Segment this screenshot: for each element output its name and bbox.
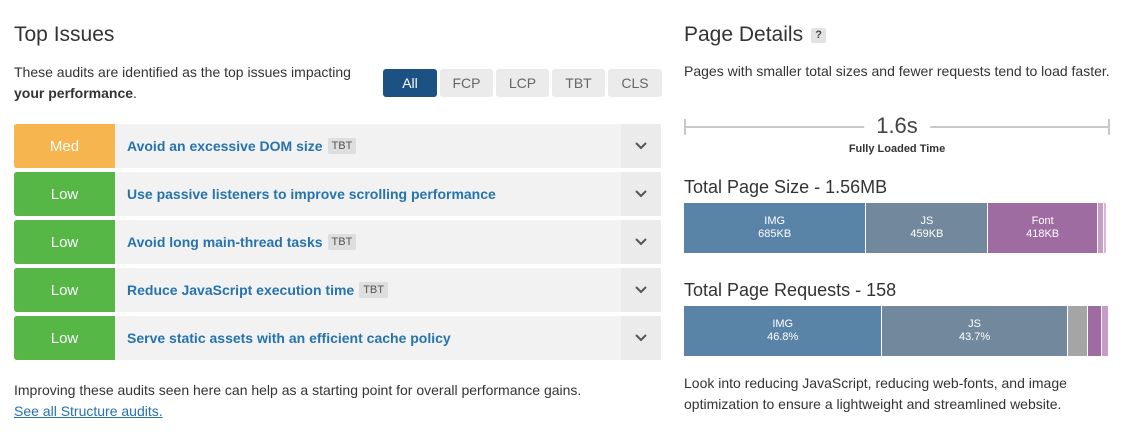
intro-text: These audits are identified as the top i…: [14, 64, 351, 80]
intro-suffix: .: [133, 85, 137, 101]
bar-segment: IMG 685KB: [684, 203, 867, 253]
bar-segment: [1101, 306, 1108, 356]
page-details-subtitle: Pages with smaller total sizes and fewer…: [684, 63, 1110, 79]
intro-bold: your performance: [14, 85, 134, 101]
page-details-title: Page Details: [684, 23, 804, 46]
chevron-down-icon[interactable]: [621, 316, 661, 360]
bar-segment: IMG 46.8%: [684, 306, 883, 356]
timeline-start-cap: [684, 119, 686, 135]
segment-value: 43.7%: [958, 331, 991, 343]
issue-title-text: Serve static assets with an efficient ca…: [127, 330, 451, 346]
help-icon[interactable]: ?: [811, 28, 827, 43]
page-details-advice: Look into reducing JavaScript, reducing …: [684, 375, 1067, 412]
bar-segment: JS 459KB: [866, 203, 989, 253]
issue-title-text: Reduce JavaScript execution time: [127, 282, 355, 298]
severity-badge: Med: [14, 124, 115, 168]
severity-badge: Low: [14, 268, 115, 312]
issue-title[interactable]: Use passive listeners to improve scrolli…: [115, 172, 621, 216]
issue-title[interactable]: Reduce JavaScript execution time TBT: [115, 268, 621, 312]
severity-badge: Low: [14, 220, 115, 264]
fully-loaded-timeline: 1.6s: [684, 113, 1110, 139]
top-issues-title: Top Issues: [14, 23, 115, 46]
metric-tag: TBT: [359, 282, 388, 298]
timeline-end-cap: [1108, 119, 1110, 135]
segment-label: JS: [920, 215, 934, 227]
issue-title[interactable]: Serve static assets with an efficient ca…: [115, 316, 621, 360]
bar-segment: [1103, 203, 1106, 253]
filter-fcp-button[interactable]: FCP: [440, 69, 493, 97]
chevron-down-icon[interactable]: [621, 124, 661, 168]
issue-row[interactable]: Med Avoid an excessive DOM size TBT: [14, 124, 661, 168]
segment-value: 418KB: [1026, 228, 1060, 240]
fully-loaded-value: 1.6s: [864, 113, 930, 139]
issue-row[interactable]: Low Avoid long main-thread tasks TBT: [14, 220, 661, 264]
segment-label: JS: [968, 318, 981, 330]
issue-title[interactable]: Avoid an excessive DOM size TBT: [115, 124, 621, 168]
chevron-down-icon[interactable]: [621, 220, 661, 264]
page-details-heading: Page Details?: [684, 23, 827, 47]
bar-segment: JS 43.7%: [882, 306, 1068, 356]
segment-value: 459KB: [910, 228, 944, 240]
segment-value: 46.8%: [767, 331, 799, 343]
issue-row[interactable]: Low Use passive listeners to improve scr…: [14, 172, 661, 216]
filter-cls-button[interactable]: CLS: [608, 69, 662, 97]
segment-value: 685KB: [758, 228, 792, 240]
issue-title[interactable]: Avoid long main-thread tasks TBT: [115, 220, 621, 264]
fully-loaded-label: Fully Loaded Time: [848, 143, 946, 155]
footnote-text: Improving these audits seen here can hel…: [14, 382, 582, 398]
severity-badge: Low: [14, 316, 115, 360]
bar-segment: Font 418KB: [988, 203, 1098, 253]
issue-row[interactable]: Low Serve static assets with an efficien…: [14, 316, 661, 360]
severity-badge: Low: [14, 172, 115, 216]
segment-label: IMG: [772, 318, 794, 330]
total-page-size-title: Total Page Size - 1.56MB: [684, 177, 888, 197]
page-requests-bar: IMG 46.8% JS 43.7%: [684, 306, 1108, 356]
issue-title-text: Avoid long main-thread tasks: [127, 234, 323, 250]
top-issues-intro: These audits are identified as the top i…: [14, 62, 374, 104]
metric-tag: TBT: [327, 234, 357, 250]
chevron-down-icon[interactable]: [621, 172, 661, 216]
issue-row[interactable]: Low Reduce JavaScript execution time TBT: [14, 268, 661, 312]
total-page-requests-title: Total Page Requests - 158: [684, 280, 897, 300]
bar-segment: [1067, 306, 1089, 356]
filter-tbt-button[interactable]: TBT: [552, 69, 605, 97]
segment-label: IMG: [764, 215, 786, 227]
metric-tag: TBT: [327, 138, 357, 154]
bar-segment: [1088, 306, 1102, 356]
metric-filter-group: All FCP LCP TBT CLS: [383, 69, 662, 97]
issue-title-text: Avoid an excessive DOM size: [127, 138, 323, 154]
segment-label: Font: [1031, 215, 1054, 227]
issue-title-text: Use passive listeners to improve scrolli…: [127, 186, 496, 202]
see-all-audits-link[interactable]: See all Structure audits.: [14, 403, 163, 419]
chevron-down-icon[interactable]: [621, 268, 661, 312]
issues-footnote: Improving these audits seen here can hel…: [14, 380, 664, 422]
filter-lcp-button[interactable]: LCP: [496, 69, 549, 97]
issue-list: Med Avoid an excessive DOM size TBT Low …: [14, 124, 661, 364]
page-size-bar: IMG 685KB JS 459KB Font 418KB: [684, 203, 1108, 253]
filter-all-button[interactable]: All: [383, 69, 437, 97]
